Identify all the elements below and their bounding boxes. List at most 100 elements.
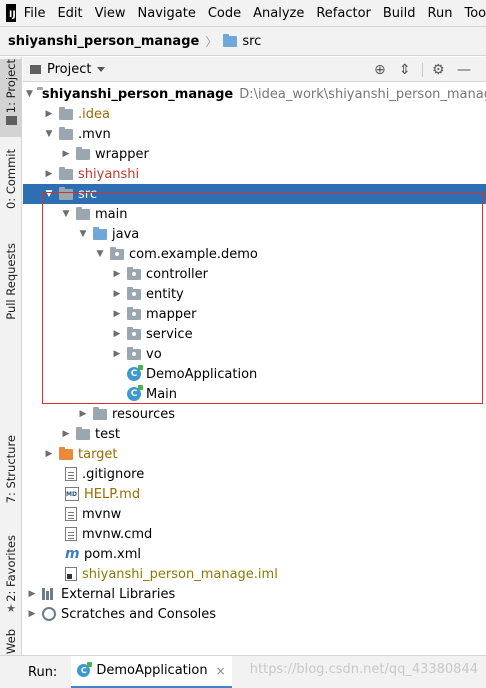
project-panel-header: Project ⊕ ⇕ ⚙ — [23, 57, 486, 82]
menu-run[interactable]: Run [428, 6, 453, 21]
package-icon [127, 326, 141, 340]
tree-node-pom[interactable]: m pom.xml [23, 544, 486, 564]
tree-node-src[interactable]: ▼ src [23, 184, 486, 204]
tree-label-controller: controller [146, 266, 209, 282]
tree-label-entity: entity [146, 286, 184, 302]
folder-icon [59, 106, 73, 120]
file-icon [65, 507, 77, 521]
tree-node-idea[interactable]: ▶ .idea [23, 104, 486, 124]
tree-node-wrapper[interactable]: ▶ wrapper [23, 144, 486, 164]
tree-node-root[interactable]: ▼ shiyanshi_person_manage D:\idea_work\s… [23, 84, 486, 104]
chevron-right-icon[interactable]: ▶ [111, 289, 123, 299]
breadcrumb-project[interactable]: shiyanshi_person_manage [8, 34, 199, 49]
spring-class-icon: C [77, 662, 93, 677]
intellij-logo-icon: IJ [6, 4, 16, 22]
tree-node-mvnw[interactable]: mvnw [23, 504, 486, 524]
tree-node-mvnw-cmd[interactable]: mvnw.cmd [23, 524, 486, 544]
chevron-down-icon[interactable]: ▼ [43, 189, 55, 199]
tree-node-package[interactable]: ▼ com.example.demo [23, 244, 486, 264]
gear-icon[interactable]: ⚙ [432, 62, 445, 78]
tool-tab-project[interactable]: 1: Project [0, 59, 22, 137]
menu-edit[interactable]: Edit [57, 6, 82, 21]
chevron-right-icon[interactable]: ▶ [43, 109, 55, 119]
project-panel-title[interactable]: Project [47, 62, 91, 77]
tool-tab-favorites-label: 2: Favorites [4, 535, 18, 602]
menu-navigate[interactable]: Navigate [138, 6, 196, 21]
menu-analyze[interactable]: Analyze [253, 6, 304, 21]
menu-refactor[interactable]: Refactor [316, 6, 371, 21]
tree-node-gitignore[interactable]: .gitignore [23, 464, 486, 484]
chevron-down-icon[interactable]: ▼ [43, 129, 55, 139]
chevron-right-icon[interactable]: ▶ [111, 269, 123, 279]
tree-node-main-class[interactable]: C Main [23, 384, 486, 404]
chevron-down-icon[interactable]: ▼ [26, 89, 33, 99]
tree-label-main-class: Main [146, 386, 178, 402]
tree-node-vo[interactable]: ▶ vo [23, 344, 486, 364]
tree-node-resources[interactable]: ▶ resources [23, 404, 486, 424]
chevron-right-icon[interactable]: ▶ [43, 169, 55, 179]
folder-icon [76, 206, 90, 220]
folder-icon [76, 146, 90, 160]
tool-tab-project-label: 1: Project [4, 59, 18, 114]
tree-node-test[interactable]: ▶ test [23, 424, 486, 444]
tree-label-main: main [95, 206, 128, 222]
menu-code[interactable]: Code [208, 6, 241, 21]
tree-node-help-md[interactable]: MD HELP.md [23, 484, 486, 504]
tree-node-controller[interactable]: ▶ controller [23, 264, 486, 284]
tree-label-service: service [146, 326, 193, 342]
close-icon[interactable]: × [216, 664, 226, 678]
chevron-down-icon[interactable]: ▼ [94, 249, 106, 259]
folder-icon [59, 186, 73, 200]
file-icon [65, 527, 77, 541]
tree-node-service[interactable]: ▶ service [23, 324, 486, 344]
chevron-right-icon[interactable]: ▶ [26, 589, 38, 599]
tree-node-shiyanshi[interactable]: ▶ shiyanshi [23, 164, 486, 184]
chevron-right-icon[interactable]: ▶ [77, 409, 89, 419]
chevron-right-icon[interactable]: ▶ [43, 449, 55, 459]
markdown-file-icon: MD [65, 487, 79, 501]
chevron-down-icon[interactable] [97, 66, 106, 72]
chevron-down-icon[interactable]: ▼ [60, 209, 72, 219]
chevron-right-icon[interactable]: ▶ [111, 329, 123, 339]
excluded-folder-icon [59, 446, 73, 460]
toolbar-divider [422, 63, 423, 77]
run-tab-demo-application[interactable]: C DemoApplication × [71, 655, 232, 688]
library-icon [42, 588, 56, 600]
run-tab-label: DemoApplication [96, 663, 208, 678]
crosshair-icon[interactable]: ⊕ [374, 62, 386, 78]
tool-tab-commit-label: 0: Commit [4, 149, 18, 210]
tree-node-demo-application[interactable]: C DemoApplication [23, 364, 486, 384]
spring-class-icon: C [127, 385, 143, 401]
chevron-right-icon[interactable]: ▶ [26, 609, 38, 619]
chevron-down-icon[interactable]: ▼ [77, 229, 89, 239]
tree-label-resources: resources [112, 406, 176, 422]
package-icon [127, 286, 141, 300]
tree-node-mvn[interactable]: ▼ .mvn [23, 124, 486, 144]
menu-tools[interactable]: Tools [464, 6, 486, 21]
menu-file[interactable]: File [24, 6, 46, 21]
menu-view[interactable]: View [95, 6, 126, 21]
tool-tab-pull-requests[interactable]: Pull Requests [0, 243, 22, 333]
breadcrumb-src[interactable]: src [242, 34, 261, 49]
tree-node-main[interactable]: ▼ main [23, 204, 486, 224]
chevron-right-icon[interactable]: ▶ [111, 349, 123, 359]
chevron-right-icon[interactable]: ▶ [60, 149, 72, 159]
tree-node-java[interactable]: ▼ java [23, 224, 486, 244]
tree-node-entity[interactable]: ▶ entity [23, 284, 486, 304]
tool-tab-structure[interactable]: 7: Structure [0, 435, 22, 513]
chevron-right-icon[interactable]: ▶ [111, 309, 123, 319]
tree-node-mapper[interactable]: ▶ mapper [23, 304, 486, 324]
tree-node-iml[interactable]: shiyanshi_person_manage.iml [23, 564, 486, 584]
tool-tab-favorites[interactable]: 2: Favorites ★ [0, 535, 22, 615]
collapse-icon[interactable]: ⇕ [399, 62, 411, 78]
tree-node-target[interactable]: ▶ target [23, 444, 486, 464]
menu-build[interactable]: Build [383, 6, 416, 21]
folder-icon [76, 426, 90, 440]
tree-node-external-libraries[interactable]: ▶ External Libraries [23, 584, 486, 604]
tree-node-scratches[interactable]: ▶ Scratches and Consoles [23, 604, 486, 624]
tree-label-pom: pom.xml [84, 546, 141, 562]
tool-tab-commit[interactable]: 0: Commit [0, 149, 22, 213]
chevron-right-icon[interactable]: ▶ [60, 429, 72, 439]
hide-icon[interactable]: — [457, 62, 471, 78]
folder-icon [223, 33, 238, 47]
